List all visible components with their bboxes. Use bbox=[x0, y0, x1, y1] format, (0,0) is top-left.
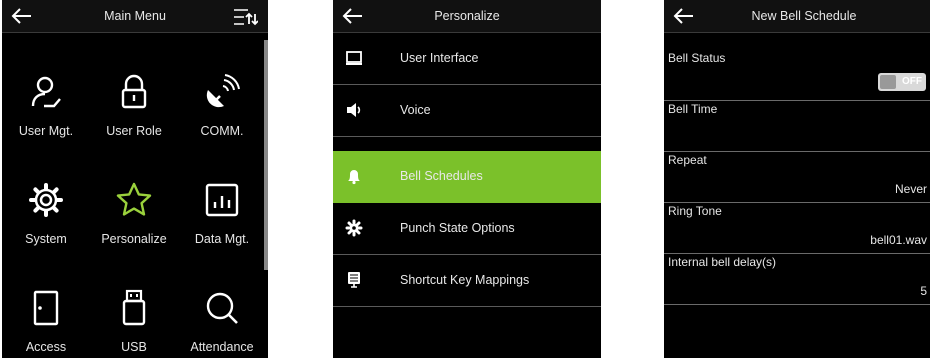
bell-icon bbox=[348, 170, 360, 185]
menu-tile-label: Personalize bbox=[101, 232, 167, 246]
repeat-row[interactable]: Repeat Never bbox=[664, 152, 930, 203]
toggle-state: OFF bbox=[902, 76, 922, 87]
list-item-label: Bell Schedules bbox=[400, 169, 483, 183]
bell-status-row[interactable]: Bell Status OFF bbox=[664, 50, 930, 101]
field-label: Bell Time bbox=[668, 102, 718, 116]
menu-tile-personalize[interactable]: Personalize bbox=[90, 144, 178, 252]
list-item-label: Shortcut Key Mappings bbox=[400, 273, 530, 287]
list-item-bell-schedules[interactable]: Bell Schedules bbox=[333, 151, 601, 203]
field-value: Never bbox=[894, 182, 927, 196]
menu-tile-comm[interactable]: COMM. bbox=[178, 36, 266, 144]
menu-tile-label: User Mgt. bbox=[18, 124, 74, 138]
menu-tile-label: COMM. bbox=[200, 124, 244, 138]
field-label: Internal bell delay(s) bbox=[668, 255, 777, 269]
menu-tile-label: Access bbox=[25, 340, 67, 354]
menu-tile-label: USB bbox=[121, 340, 147, 354]
page-title: Main Menu bbox=[104, 9, 166, 23]
list-item-user-interface[interactable]: User Interface bbox=[333, 33, 601, 85]
list-item-punch-state-options[interactable]: Punch State Options bbox=[333, 203, 601, 255]
menu-tile-label: System bbox=[25, 232, 67, 246]
gear-icon bbox=[29, 183, 63, 217]
gear-icon bbox=[345, 219, 363, 237]
field-label: Repeat bbox=[668, 153, 707, 167]
menu-tile-access[interactable]: Access bbox=[2, 252, 90, 358]
monitor-icon bbox=[346, 51, 362, 65]
menu-tile-data-mgt[interactable]: Data Mgt. bbox=[178, 144, 266, 252]
list-item-label: User Interface bbox=[400, 51, 479, 65]
list-item-label: Punch State Options bbox=[400, 221, 515, 235]
star-icon bbox=[116, 182, 152, 216]
lock-icon bbox=[121, 74, 147, 109]
menu-tile-user-mgt[interactable]: User Mgt. bbox=[2, 36, 90, 144]
bell-schedule-topbar: New Bell Schedule bbox=[664, 0, 930, 33]
bar-chart-icon bbox=[205, 183, 239, 217]
page-title: Personalize bbox=[434, 9, 500, 23]
bell-time-row[interactable]: Bell Time bbox=[664, 101, 930, 152]
menu-tile-system[interactable]: System bbox=[2, 144, 90, 252]
keyboard-icon bbox=[348, 272, 360, 288]
menu-tile-label: Attendance bbox=[190, 340, 254, 354]
sort-menu-icon[interactable] bbox=[232, 6, 258, 28]
menu-tile-label: Data Mgt. bbox=[194, 232, 250, 246]
menu-tile-attendance[interactable]: Attendance bbox=[178, 252, 266, 358]
ring-tone-row[interactable]: Ring Tone bell01.wav bbox=[664, 203, 930, 254]
personalize-topbar: Personalize bbox=[333, 0, 601, 33]
menu-tile-usb[interactable]: USB bbox=[90, 252, 178, 358]
personalize-screen: Personalize User Interface Voice Bell Sc… bbox=[333, 0, 601, 358]
main-menu-screen: Main Menu User Mgt. User Role COMM. Syst… bbox=[2, 0, 268, 358]
door-icon bbox=[33, 290, 59, 326]
field-label: Bell Status bbox=[668, 51, 726, 65]
page-title: New Bell Schedule bbox=[751, 9, 857, 23]
field-value: 5 bbox=[920, 284, 927, 298]
list-item-label: Voice bbox=[400, 103, 431, 117]
field-value: bell01.wav bbox=[870, 233, 927, 247]
menu-tile-user-role[interactable]: User Role bbox=[90, 36, 178, 144]
list-item-shortcut-key-mappings[interactable]: Shortcut Key Mappings bbox=[333, 255, 601, 307]
bell-delay-row[interactable]: Internal bell delay(s) 5 bbox=[664, 254, 930, 305]
toggle-knob bbox=[880, 75, 896, 89]
bell-schedule-screen: New Bell Schedule Bell Status OFF Bell T… bbox=[664, 0, 930, 358]
satellite-dish-icon bbox=[206, 74, 240, 108]
scrollbar[interactable] bbox=[264, 40, 268, 270]
user-icon bbox=[31, 76, 61, 108]
list-item-voice[interactable]: Voice bbox=[333, 85, 601, 137]
menu-tile-label: User Role bbox=[106, 124, 162, 138]
bell-status-toggle[interactable]: OFF bbox=[878, 73, 926, 91]
speaker-icon bbox=[347, 103, 361, 117]
search-icon bbox=[206, 292, 238, 324]
field-label: Ring Tone bbox=[668, 204, 722, 218]
usb-drive-icon bbox=[122, 289, 146, 326]
main-menu-topbar: Main Menu bbox=[2, 0, 268, 33]
